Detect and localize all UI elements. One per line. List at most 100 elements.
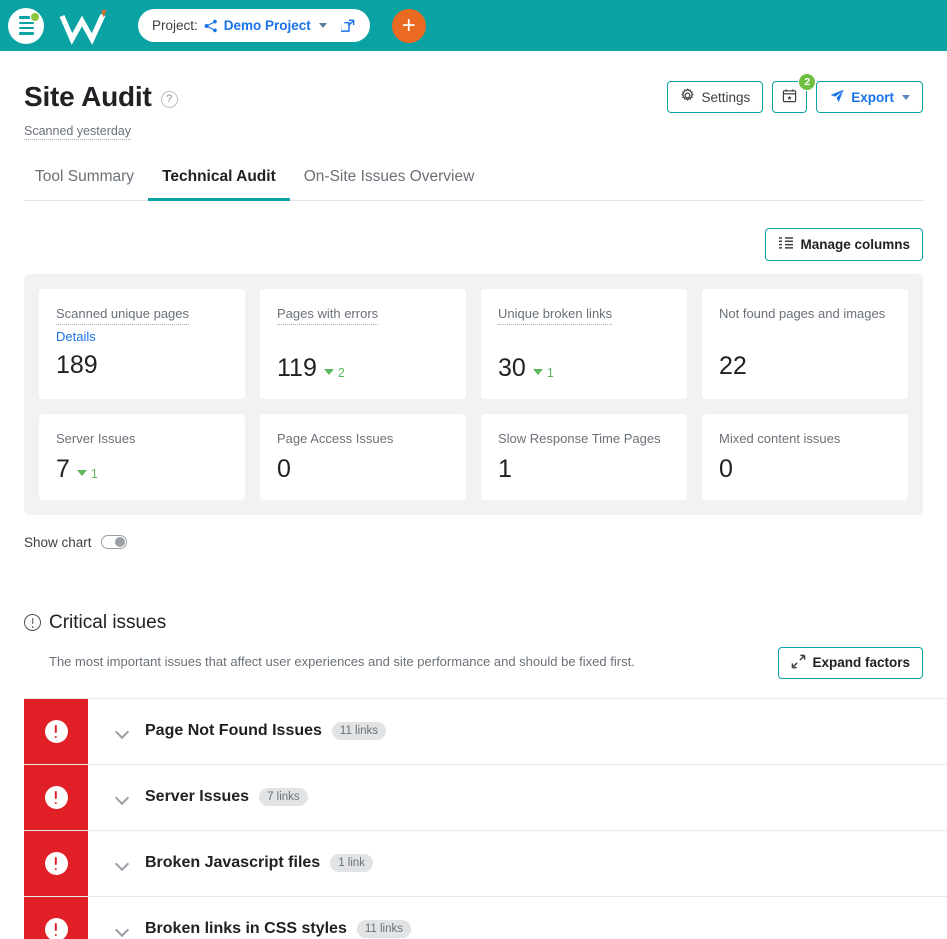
show-chart-label: Show chart — [24, 534, 92, 550]
tab-technical-audit[interactable]: Technical Audit — [148, 160, 290, 201]
stat-card-server-issues[interactable]: Server Issues 7 1 — [39, 413, 245, 500]
table-row[interactable]: Broken Javascript files 1 link — [24, 830, 947, 897]
stat-delta-value: 1 — [90, 466, 98, 481]
stat-value: 30 — [498, 353, 526, 382]
stat-label[interactable]: Unique broken links — [498, 305, 613, 325]
project-selector[interactable]: Project: Demo Project — [138, 9, 370, 42]
expand-arrows-icon — [791, 654, 806, 672]
severity-indicator — [24, 698, 88, 764]
stat-value: 0 — [719, 454, 733, 483]
external-link-icon[interactable] — [340, 18, 356, 33]
toggle-knob — [115, 536, 126, 547]
manage-columns-label: Manage columns — [800, 237, 910, 252]
stat-label: Page Access Issues — [277, 430, 394, 446]
chevron-down-icon[interactable] — [115, 790, 130, 805]
calendar-button-wrapper: 2 — [772, 73, 817, 113]
issue-name[interactable]: Page Not Found Issues — [145, 722, 322, 740]
issue-body: Page Not Found Issues 11 links — [88, 699, 947, 764]
issue-name[interactable]: Broken Javascript files — [145, 854, 320, 872]
critical-issues-list: Page Not Found Issues 11 links Server Is… — [24, 697, 947, 939]
table-row[interactable]: Broken links in CSS styles 11 links — [24, 896, 947, 939]
stat-label[interactable]: Pages with errors — [277, 305, 379, 325]
hamburger-line — [18, 27, 34, 30]
stat-card-page-access-issues[interactable]: Page Access Issues 0 — [260, 413, 466, 500]
page-title: Site Audit — [24, 81, 152, 112]
issue-body: Broken Javascript files 1 link — [88, 831, 947, 896]
stat-card-not-found-pages-and-images[interactable]: Not found pages and images 22 — [702, 289, 908, 399]
stat-value-row: 1 — [498, 454, 670, 483]
stat-label[interactable]: Scanned unique pages — [56, 305, 190, 325]
stat-delta: 1 — [532, 366, 554, 380]
show-chart-control[interactable]: Show chart — [24, 535, 923, 550]
exclamation-icon — [44, 719, 68, 743]
question-mark-icon[interactable]: ? — [160, 90, 178, 108]
calendar-icon — [782, 88, 797, 106]
notification-dot-icon — [31, 12, 39, 21]
issue-links-badge: 1 link — [330, 854, 374, 873]
settings-button[interactable]: Settings — [667, 81, 764, 113]
stat-value-row: 22 — [719, 354, 891, 379]
stat-label: Not found pages and images — [719, 306, 886, 321]
app-logo[interactable] — [58, 6, 114, 46]
exclamation-icon — [44, 785, 68, 809]
triangle-down-icon — [76, 469, 87, 476]
critical-issues-section: Critical issues The most important issue… — [24, 612, 923, 679]
table-row[interactable]: Server Issues 7 links — [24, 764, 947, 831]
stat-card-scanned-unique-pages[interactable]: Scanned unique pages Details 189 — [39, 289, 245, 399]
severity-indicator — [24, 764, 88, 830]
stat-label: Slow Response Time Pages — [498, 430, 661, 446]
stat-value: 119 — [277, 353, 317, 382]
expand-factors-button[interactable]: Expand factors — [778, 646, 923, 679]
scanned-timestamp[interactable]: Scanned yesterday — [24, 124, 132, 140]
issue-name[interactable]: Server Issues — [145, 788, 249, 806]
issue-body: Server Issues 7 links — [88, 765, 947, 830]
table-row[interactable]: Page Not Found Issues 11 links — [24, 698, 947, 765]
tab-on-site-issues-overview[interactable]: On-Site Issues Overview — [290, 160, 489, 201]
columns-icon — [778, 236, 794, 253]
hamburger-menu-button[interactable] — [8, 7, 44, 44]
issue-name[interactable]: Broken links in CSS styles — [145, 920, 347, 938]
stat-value-row: 7 1 — [56, 454, 228, 483]
triangle-down-icon — [532, 368, 543, 375]
show-chart-toggle[interactable] — [100, 535, 127, 550]
page-title-block: Site Audit ? Scanned yesterday — [24, 81, 178, 140]
stat-value-row: 119 2 — [277, 353, 449, 382]
stat-card-slow-response-time-pages[interactable]: Slow Response Time Pages 1 — [481, 413, 687, 500]
header-actions: Settings 2 Export — [667, 73, 923, 113]
stat-label: Server Issues — [56, 430, 136, 446]
manage-columns-button[interactable]: Manage columns — [765, 228, 923, 261]
project-name: Demo Project — [223, 18, 311, 33]
issue-body: Broken links in CSS styles 11 links — [88, 897, 947, 939]
stat-value: 1 — [498, 454, 512, 483]
stat-card-mixed-content-issues[interactable]: Mixed content issues 0 — [702, 413, 908, 500]
stat-details-link[interactable]: Details — [56, 329, 228, 344]
chevron-down-icon[interactable] — [318, 23, 327, 28]
columns-toolbar: Manage columns — [24, 228, 923, 261]
stat-card-pages-with-errors[interactable]: Pages with errors 119 2 — [260, 289, 466, 399]
w-logo-icon — [59, 9, 107, 45]
stat-value-row: 30 1 — [498, 353, 670, 382]
top-navigation-bar: Project: Demo Project + — [0, 0, 947, 51]
export-button[interactable]: Export — [816, 81, 923, 113]
issue-links-badge: 11 links — [356, 920, 411, 939]
add-button[interactable]: + — [391, 8, 426, 43]
severity-indicator — [24, 896, 88, 939]
share-nodes-icon — [204, 19, 218, 33]
critical-issues-subheader: The most important issues that affect us… — [24, 646, 923, 679]
project-selector-label: Project: — [152, 18, 198, 33]
stat-card-unique-broken-links[interactable]: Unique broken links 30 1 — [481, 289, 687, 399]
chevron-down-icon[interactable] — [115, 922, 130, 937]
critical-issues-header: Critical issues — [24, 612, 923, 634]
export-button-label: Export — [851, 89, 894, 105]
triangle-down-icon — [323, 368, 334, 375]
expand-factors-label: Expand factors — [812, 655, 910, 671]
tab-tool-summary[interactable]: Tool Summary — [24, 160, 148, 201]
stat-value: 7 — [56, 454, 70, 483]
chevron-down-icon[interactable] — [115, 724, 130, 739]
chevron-down-icon[interactable] — [902, 94, 910, 100]
paper-plane-icon — [829, 88, 845, 107]
stat-value-row: 189 — [56, 352, 228, 378]
exclamation-circle-icon — [24, 614, 41, 632]
hamburger-line — [18, 32, 34, 35]
chevron-down-icon[interactable] — [115, 856, 130, 871]
